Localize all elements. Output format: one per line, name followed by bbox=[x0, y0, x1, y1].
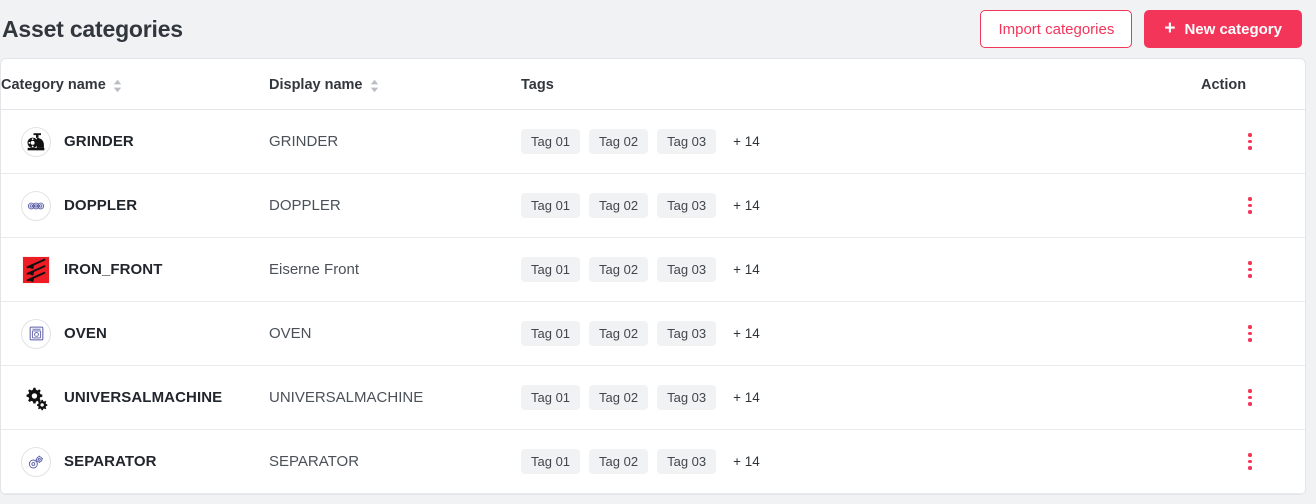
cell-category-name: UNIVERSALMACHINE bbox=[1, 365, 269, 430]
cell-category-name: IRON_FRONT bbox=[1, 237, 269, 302]
cell-action bbox=[1201, 109, 1305, 174]
cell-category-name: OVEN bbox=[1, 301, 269, 366]
iron-front-icon bbox=[21, 254, 51, 285]
tags-overflow-count[interactable]: + 14 bbox=[733, 134, 760, 149]
cell-action bbox=[1201, 301, 1305, 366]
tag-chip[interactable]: Tag 01 bbox=[521, 385, 581, 410]
display-name: Eiserne Front bbox=[269, 260, 360, 278]
page-title: Asset categories bbox=[2, 15, 183, 42]
tag-chip[interactable]: Tag 03 bbox=[657, 257, 717, 282]
table-row[interactable]: OVEN OVEN Tag 01 Tag 02 Tag 03 + 14 bbox=[1, 301, 1305, 366]
page-header: Asset categories Import categories + New… bbox=[0, 0, 1316, 58]
cell-category-name: GRINDER bbox=[1, 109, 269, 174]
cell-tags: Tag 01 Tag 02 Tag 03 + 14 bbox=[521, 109, 1201, 174]
category-name: IRON_FRONT bbox=[64, 261, 163, 278]
row-actions-menu-icon[interactable] bbox=[1241, 259, 1259, 281]
tag-chip[interactable]: Tag 03 bbox=[657, 449, 717, 474]
gears-icon bbox=[21, 382, 51, 413]
header-actions: Import categories + New category bbox=[980, 10, 1302, 48]
column-header-tags: Tags bbox=[521, 59, 1201, 110]
column-header-tags-label: Tags bbox=[521, 77, 554, 93]
cell-display-name: UNIVERSALMACHINE bbox=[269, 365, 521, 430]
tags-overflow-count[interactable]: + 14 bbox=[733, 198, 760, 213]
row-actions-menu-icon[interactable] bbox=[1241, 451, 1259, 473]
tag-chip[interactable]: Tag 02 bbox=[589, 193, 649, 218]
cell-category-name: DOPPLER bbox=[1, 173, 269, 238]
table-row[interactable]: DOPPLER DOPPLER Tag 01 Tag 02 Tag 03 + 1… bbox=[1, 173, 1305, 238]
row-actions-menu-icon[interactable] bbox=[1241, 131, 1259, 153]
asset-categories-table: Category name Display name Tags Action G… bbox=[1, 59, 1305, 494]
row-actions-menu-icon[interactable] bbox=[1241, 195, 1259, 217]
import-categories-button[interactable]: Import categories bbox=[980, 10, 1133, 48]
category-name: GRINDER bbox=[64, 133, 134, 150]
cell-action bbox=[1201, 173, 1305, 238]
tag-chip[interactable]: Tag 01 bbox=[521, 449, 581, 474]
sort-icon[interactable] bbox=[113, 79, 122, 93]
table-row[interactable]: GRINDER GRINDER Tag 01 Tag 02 Tag 03 + 1… bbox=[1, 109, 1305, 174]
tag-chip[interactable]: Tag 01 bbox=[521, 129, 581, 154]
cell-display-name: SEPARATOR bbox=[269, 429, 521, 494]
plus-icon: + bbox=[1164, 17, 1176, 39]
category-name: OVEN bbox=[64, 325, 107, 342]
cell-display-name: GRINDER bbox=[269, 109, 521, 174]
cell-action bbox=[1201, 237, 1305, 302]
tags-overflow-count[interactable]: + 14 bbox=[733, 390, 760, 405]
cell-display-name: OVEN bbox=[269, 301, 521, 366]
oven-icon bbox=[21, 318, 51, 349]
tag-chip[interactable]: Tag 03 bbox=[657, 321, 717, 346]
display-name: GRINDER bbox=[269, 132, 339, 150]
cell-display-name: DOPPLER bbox=[269, 173, 521, 238]
table-row[interactable]: SEPARATOR SEPARATOR Tag 01 Tag 02 Tag 03… bbox=[1, 429, 1305, 494]
tag-chip[interactable]: Tag 01 bbox=[521, 193, 581, 218]
column-header-action: Action bbox=[1201, 59, 1305, 110]
tag-chip[interactable]: Tag 01 bbox=[521, 321, 581, 346]
cell-display-name: Eiserne Front bbox=[269, 237, 521, 302]
cell-category-name: SEPARATOR bbox=[1, 429, 269, 494]
category-name: SEPARATOR bbox=[64, 453, 157, 470]
new-category-label: New category bbox=[1184, 20, 1282, 38]
asset-categories-card: Category name Display name Tags Action G… bbox=[0, 58, 1306, 495]
column-header-category-name-label: Category name bbox=[1, 77, 106, 93]
tag-chip[interactable]: Tag 02 bbox=[589, 129, 649, 154]
tags-overflow-count[interactable]: + 14 bbox=[733, 262, 760, 277]
table-row[interactable]: IRON_FRONT Eiserne Front Tag 01 Tag 02 T… bbox=[1, 237, 1305, 302]
cell-tags: Tag 01 Tag 02 Tag 03 + 14 bbox=[521, 365, 1201, 430]
grinder-icon bbox=[21, 126, 51, 157]
tag-chip[interactable]: Tag 03 bbox=[657, 385, 717, 410]
new-category-button[interactable]: + New category bbox=[1144, 10, 1302, 48]
cell-tags: Tag 01 Tag 02 Tag 03 + 14 bbox=[521, 429, 1201, 494]
cell-tags: Tag 01 Tag 02 Tag 03 + 14 bbox=[521, 237, 1201, 302]
tags-overflow-count[interactable]: + 14 bbox=[733, 326, 760, 341]
display-name: OVEN bbox=[269, 324, 312, 342]
separator-icon bbox=[21, 446, 51, 477]
tag-chip[interactable]: Tag 03 bbox=[657, 193, 717, 218]
tag-chip[interactable]: Tag 02 bbox=[589, 385, 649, 410]
doppler-icon bbox=[21, 190, 51, 221]
column-header-display-name-label: Display name bbox=[269, 77, 363, 93]
cell-action bbox=[1201, 429, 1305, 494]
row-actions-menu-icon[interactable] bbox=[1241, 323, 1259, 345]
tag-chip[interactable]: Tag 02 bbox=[589, 449, 649, 474]
display-name: DOPPLER bbox=[269, 196, 341, 214]
category-name: UNIVERSALMACHINE bbox=[64, 389, 223, 406]
tags-overflow-count[interactable]: + 14 bbox=[733, 454, 760, 469]
tag-chip[interactable]: Tag 01 bbox=[521, 257, 581, 282]
table-body: GRINDER GRINDER Tag 01 Tag 02 Tag 03 + 1… bbox=[1, 109, 1305, 494]
display-name: UNIVERSALMACHINE bbox=[269, 388, 424, 406]
category-name: DOPPLER bbox=[64, 197, 138, 214]
column-header-category-name[interactable]: Category name bbox=[1, 59, 269, 110]
display-name: SEPARATOR bbox=[269, 452, 360, 470]
sort-icon[interactable] bbox=[370, 79, 379, 93]
tag-chip[interactable]: Tag 02 bbox=[589, 257, 649, 282]
row-actions-menu-icon[interactable] bbox=[1241, 387, 1259, 409]
tag-chip[interactable]: Tag 02 bbox=[589, 321, 649, 346]
column-header-display-name[interactable]: Display name bbox=[269, 59, 521, 110]
cell-action bbox=[1201, 365, 1305, 430]
table-row[interactable]: UNIVERSALMACHINE UNIVERSALMACHINE Tag 01… bbox=[1, 365, 1305, 430]
cell-tags: Tag 01 Tag 02 Tag 03 + 14 bbox=[521, 173, 1201, 238]
table-header: Category name Display name Tags Action bbox=[1, 59, 1305, 110]
cell-tags: Tag 01 Tag 02 Tag 03 + 14 bbox=[521, 301, 1201, 366]
tag-chip[interactable]: Tag 03 bbox=[657, 129, 717, 154]
